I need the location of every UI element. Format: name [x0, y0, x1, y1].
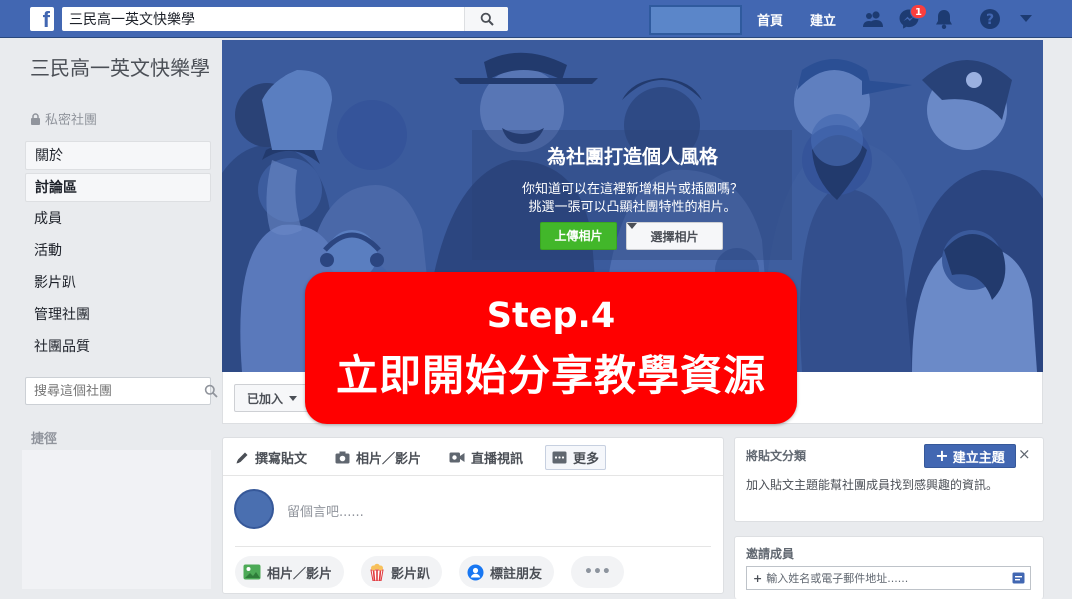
step-number: Step.4 [486, 296, 616, 336]
watch-party-pill-label: 影片趴 [391, 566, 431, 582]
choose-photo-label: 選擇相片 [650, 229, 699, 244]
tab-more-label: 更多 [573, 452, 600, 467]
plus-icon: + [753, 571, 763, 585]
home-link[interactable]: 首頁 [757, 10, 783, 29]
group-search-box[interactable] [25, 377, 218, 405]
sidebar-item-about[interactable]: 關於 [25, 141, 211, 170]
cover-heading: 為社團打造個人風格 [546, 146, 718, 168]
upload-photo-button[interactable]: 上傳相片 [540, 222, 617, 250]
group-privacy-label: 私密社團 [30, 109, 97, 128]
create-link[interactable]: 建立 [810, 10, 836, 29]
sidebar-item-group-quality[interactable]: 社團品質 [25, 333, 211, 362]
step-instruction: 立即開始分享教學資源 [335, 351, 766, 400]
tab-live-video[interactable]: 直播視訊 [449, 445, 523, 470]
photo-video-pill[interactable]: 相片／影片 [235, 556, 345, 588]
post-topics-description: 加入貼文主題能幫社團成員找到感興趣的資訊。 [746, 478, 999, 492]
shortcuts-panel [22, 450, 211, 589]
popcorn-icon [370, 563, 384, 581]
tag-friend-icon [467, 564, 484, 580]
joined-label: 已加入 [246, 391, 283, 406]
sidebar-item-discussion[interactable]: 討論區 [25, 173, 211, 202]
tab-photo-video-label: 相片／影片 [356, 452, 422, 467]
tab-photo-video[interactable]: 相片／影片 [335, 445, 421, 470]
photo-icon [243, 564, 261, 580]
post-composer: 撰寫貼文 相片／影片 直播視訊 更多 留個言吧...... 相片／影片 影片趴 … [222, 437, 724, 594]
search-icon [480, 12, 494, 26]
composer-input[interactable]: 留個言吧...... [287, 501, 364, 520]
sidebar-item-events[interactable]: 活動 [25, 237, 211, 266]
privacy-text: 私密社團 [45, 113, 98, 128]
invite-members-title: 邀請成員 [746, 547, 795, 561]
dropdown-caret-icon [627, 223, 637, 229]
joined-button[interactable]: 已加入 [234, 384, 310, 412]
watch-party-pill[interactable]: 影片趴 [361, 556, 443, 588]
profile-button[interactable] [649, 5, 742, 35]
search-icon[interactable] [204, 384, 218, 398]
step-instruction-overlay: Step.4 立即開始分享教學資源 [305, 272, 797, 424]
more-options-pill[interactable]: ••• [571, 556, 624, 588]
ellipsis-icon: ••• [584, 564, 611, 580]
search-input[interactable] [62, 8, 464, 30]
tab-more[interactable]: 更多 [545, 445, 607, 470]
lock-icon [31, 112, 40, 125]
tag-friends-pill-label: 標註朋友 [490, 566, 543, 582]
invite-member-input[interactable]: + 輸入姓名或電子郵件地址...... [746, 566, 1031, 590]
choose-photo-button[interactable]: 選擇相片 [626, 222, 723, 250]
tag-friends-pill[interactable]: 標註朋友 [459, 556, 555, 588]
plus-icon: + [935, 446, 949, 465]
facebook-logo-icon[interactable]: f [30, 7, 54, 31]
help-icon[interactable]: ? [978, 7, 1002, 31]
create-topic-label: 建立主題 [952, 450, 1005, 466]
pencil-icon [236, 452, 248, 463]
group-search-input[interactable] [26, 383, 204, 399]
search-button[interactable] [464, 7, 508, 31]
search-box[interactable] [62, 7, 508, 31]
avatar[interactable] [234, 489, 274, 529]
cover-description-line2: 挑選一張可以凸顯社團特性的相片。 [528, 200, 737, 215]
invite-member-placeholder: 輸入姓名或電子郵件地址...... [766, 572, 909, 585]
photo-video-pill-label: 相片／影片 [267, 566, 333, 582]
notifications-bell-icon[interactable] [932, 7, 956, 31]
cover-description-line1: 你知道可以在這裡新增相片或插圖嗎？ [521, 182, 743, 197]
contact-card-icon[interactable] [1012, 572, 1025, 584]
create-topic-button[interactable]: + 建立主題 [924, 444, 1016, 468]
tab-live-video-label: 直播視訊 [471, 452, 524, 467]
sidebar-item-manage-group[interactable]: 管理社團 [25, 301, 211, 330]
tab-write-post-label: 撰寫貼文 [255, 452, 308, 467]
notification-count-badge: 1 [910, 4, 927, 19]
composer-tabs: 撰寫貼文 相片／影片 直播視訊 更多 [223, 438, 723, 476]
tab-write-post[interactable]: 撰寫貼文 [235, 445, 307, 470]
close-icon[interactable]: × [1018, 445, 1031, 463]
friends-icon[interactable] [861, 7, 885, 31]
sidebar-item-members[interactable]: 成員 [25, 205, 211, 234]
sidebar-item-watch-party[interactable]: 影片趴 [25, 269, 211, 298]
dropdown-caret-icon [289, 395, 297, 401]
post-topics-title: 將貼文分類 [746, 449, 807, 463]
dropdown-caret-icon[interactable] [1014, 7, 1038, 31]
more-icon [552, 451, 567, 464]
svg-text:?: ? [986, 12, 994, 28]
composer-divider [235, 546, 711, 547]
camera-icon [335, 451, 350, 464]
shortcuts-heading: 捷徑 [31, 432, 58, 447]
video-camera-icon [449, 452, 465, 463]
group-name[interactable]: 三民高一英文快樂學 [30, 56, 210, 80]
